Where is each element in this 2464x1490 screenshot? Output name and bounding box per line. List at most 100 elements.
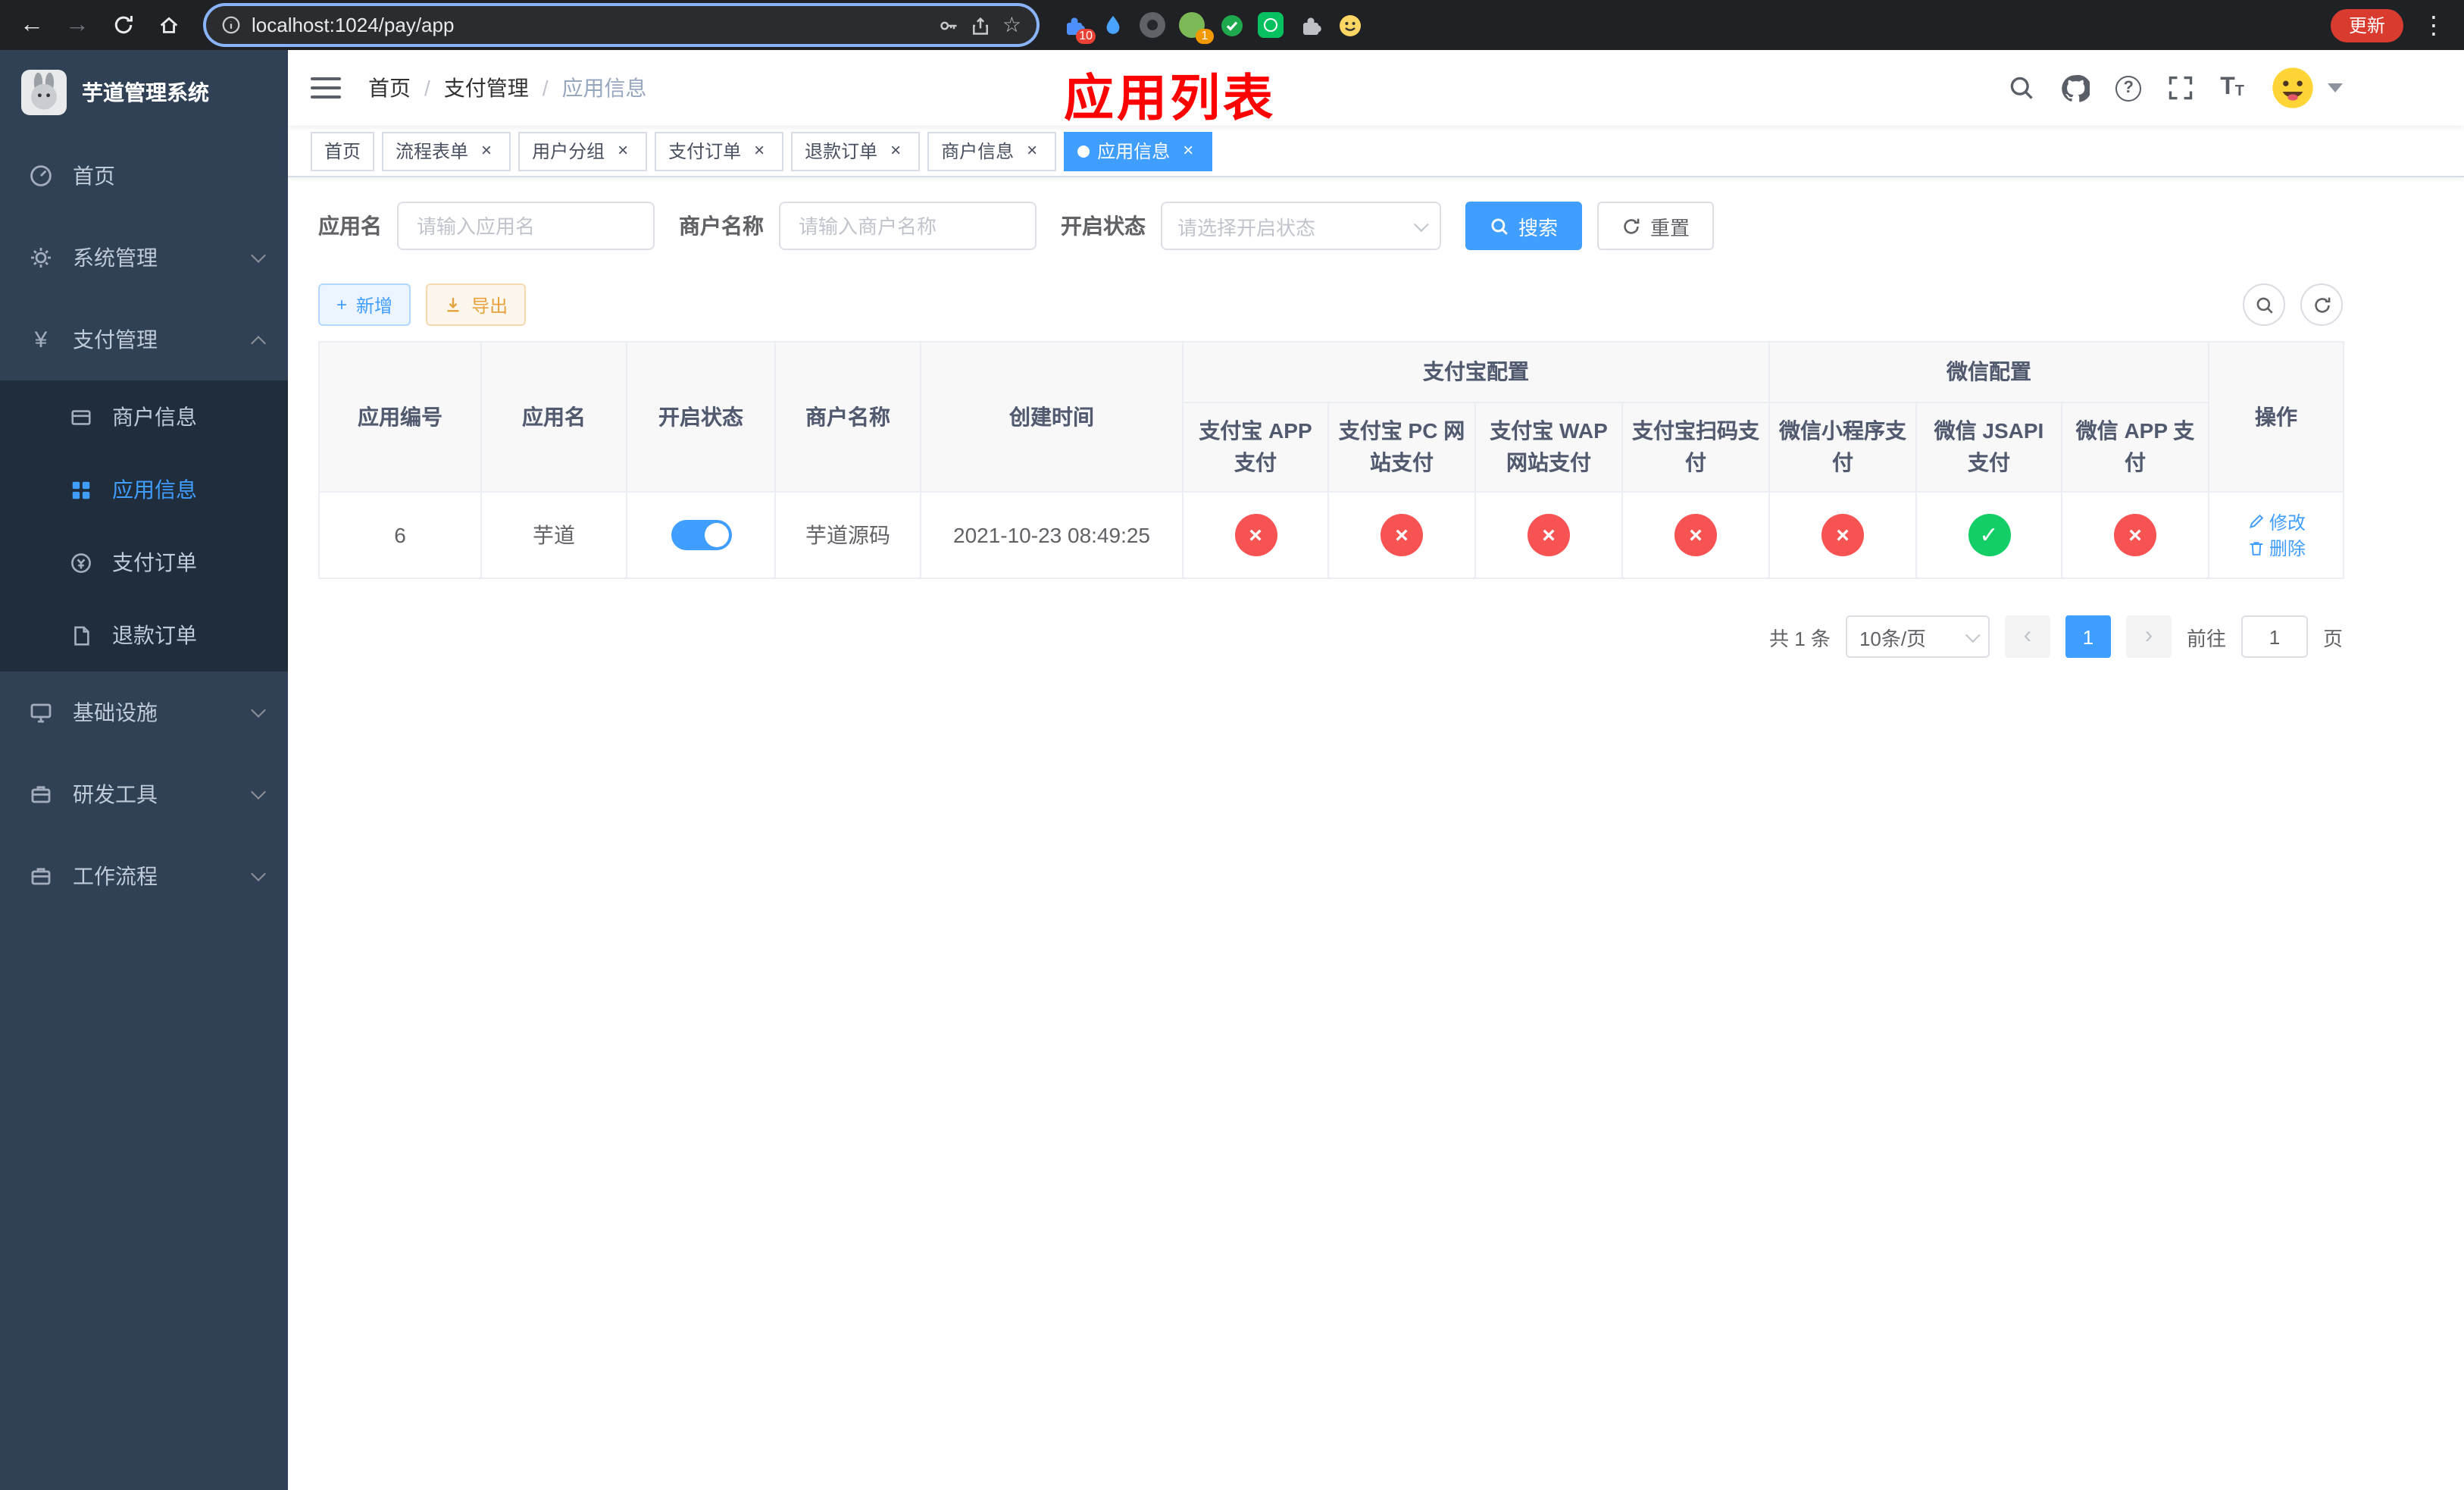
merchant-name-label: 商户名称 (679, 214, 764, 238)
sidebar-item-pay-order[interactable]: 支付订单 (0, 526, 288, 599)
add-button[interactable]: + 新增 (318, 283, 411, 326)
tab-refund-order[interactable]: 退款订单 × (791, 131, 921, 171)
avatar[interactable] (2270, 65, 2315, 111)
merchant-name-input[interactable] (779, 202, 1037, 250)
page-size-value: 10条/页 (1859, 627, 1927, 650)
cell-merchant: 芋道源码 (774, 491, 921, 579)
sidebar-item-label: 系统管理 (73, 246, 158, 270)
close-icon[interactable]: × (1021, 139, 1043, 161)
close-icon[interactable]: × (1177, 139, 1199, 161)
search-icon[interactable] (2008, 74, 2035, 102)
table-row: 6 芋道 芋道源码 2021-10-23 08:49:25 × × × × × (318, 491, 2345, 579)
tab-merchant-info[interactable]: 商户信息 × (927, 131, 1057, 171)
edit-link[interactable]: 修改 (2247, 509, 2306, 534)
breadcrumb-home[interactable]: 首页 (368, 73, 411, 103)
sidebar-item-merchant-info[interactable]: 商户信息 (0, 380, 288, 453)
share-icon[interactable] (971, 14, 992, 36)
sidebar-item-dev-tools[interactable]: 研发工具 (0, 753, 288, 835)
site-info-icon[interactable] (221, 15, 241, 35)
prev-page-button[interactable]: ‹ (2004, 615, 2050, 658)
tab-process-form[interactable]: 流程表单 × (382, 131, 511, 171)
navbar-actions: ? TT (2008, 65, 2343, 111)
next-page-button[interactable]: › (2125, 615, 2172, 658)
drop-extension-icon[interactable] (1100, 12, 1126, 38)
font-size-icon[interactable]: TT (2220, 75, 2244, 100)
reset-button[interactable]: 重置 (1597, 202, 1715, 250)
browser-back-icon[interactable]: ← (12, 5, 52, 45)
extensions-puzzle-icon[interactable] (1297, 12, 1323, 38)
fullscreen-icon[interactable] (2167, 74, 2194, 102)
cell-status (626, 491, 776, 579)
green-square-extension-icon[interactable] (1258, 12, 1284, 38)
edit-link-label: 修改 (2269, 512, 2306, 533)
page-number-current[interactable]: 1 (2065, 615, 2111, 658)
sidebar-item-infra[interactable]: 基础设施 (0, 671, 288, 753)
extensions-row: 10 1 (1061, 12, 1362, 44)
sidebar-item-refund-order[interactable]: 退款订单 (0, 599, 288, 671)
close-icon[interactable]: × (885, 139, 906, 161)
breadcrumb-payment[interactable]: 支付管理 (444, 73, 529, 103)
sidebar-item-system[interactable]: 系统管理 (0, 217, 288, 299)
tab-user-group[interactable]: 用户分组 × (518, 131, 648, 171)
extension-badge: 10 (1076, 29, 1096, 44)
col-merchant: 商户名称 (774, 341, 921, 493)
close-icon[interactable]: × (749, 139, 770, 161)
sidebar-item-workflow[interactable]: 工作流程 (0, 835, 288, 917)
help-icon[interactable]: ? (2115, 75, 2142, 101)
password-key-icon[interactable] (939, 14, 960, 36)
alipay-wap-status-icon: × (1527, 514, 1570, 556)
url-text[interactable]: localhost:1024/pay/app (252, 14, 928, 36)
browser-forward-icon[interactable]: → (58, 5, 97, 45)
browser-home-icon[interactable] (149, 5, 188, 45)
goto-page-input[interactable] (2240, 615, 2308, 658)
col-alipay-app: 支付宝 APP 支付 (1182, 402, 1329, 493)
browser-menu-icon[interactable]: ⋮ (2422, 10, 2446, 40)
cell-create-time: 2021-10-23 08:49:25 (920, 491, 1184, 579)
page-size-select[interactable]: 10条/页 (1845, 615, 1990, 658)
close-icon[interactable]: × (612, 139, 633, 161)
col-wx-mini: 微信小程序支付 (1768, 402, 1917, 493)
sidebar-item-label: 支付管理 (73, 327, 158, 352)
app-logo (21, 70, 67, 115)
filter-form: 应用名 商户名称 开启状态 请选择开启状态 搜索 (318, 202, 2343, 250)
col-actions: 操作 (2208, 341, 2345, 493)
profile-extension-icon[interactable]: 1 (1179, 12, 1214, 44)
sidebar-fold-icon[interactable] (311, 77, 341, 99)
tab-label: 支付订单 (668, 141, 742, 162)
github-icon[interactable] (2061, 74, 2090, 102)
status-select[interactable]: 请选择开启状态 (1161, 202, 1441, 250)
status-toggle[interactable] (671, 520, 731, 550)
sidebar-item-payment[interactable]: ¥ 支付管理 (0, 299, 288, 380)
app-table: 应用编号 应用名 开启状态 商户名称 创建时间 支付宝配置 微信配置 操作 支付… (318, 341, 2345, 579)
bookmark-star-icon[interactable]: ☆ (1002, 12, 1021, 38)
col-app-name: 应用名 (480, 341, 627, 493)
app-name-input[interactable] (397, 202, 655, 250)
refresh-table-button[interactable] (2300, 283, 2343, 326)
close-icon[interactable]: × (476, 139, 497, 161)
tab-home[interactable]: 首页 (311, 131, 375, 171)
search-button[interactable]: 搜索 (1465, 202, 1583, 250)
browser-update-button[interactable]: 更新 (2330, 8, 2403, 42)
chevron-up-icon (251, 335, 266, 350)
tags-view: 首页 流程表单 × 用户分组 × 支付订单 × 退款订单 × 商户信息 × 应用信息 × (288, 126, 2464, 177)
blue-puzzle-extension-icon[interactable]: 10 (1061, 12, 1096, 44)
sidebar-item-home[interactable]: 首页 (0, 135, 288, 217)
emoji-face-extension-icon[interactable] (1337, 12, 1362, 38)
page-content: 应用名 商户名称 开启状态 请选择开启状态 搜索 (288, 177, 2464, 1490)
dark-circle-extension-icon[interactable] (1140, 12, 1165, 38)
toggle-search-button[interactable] (2243, 283, 2285, 326)
sidebar-item-app-info[interactable]: 应用信息 (0, 453, 288, 526)
user-menu[interactable] (2270, 65, 2343, 111)
tab-pay-order[interactable]: 支付订单 × (655, 131, 784, 171)
app-title: 芋道管理系统 (82, 80, 209, 105)
tab-label: 商户信息 (941, 141, 1015, 162)
export-button[interactable]: 导出 (426, 283, 527, 326)
page-annotation: 应用列表 (1064, 70, 1276, 126)
col-alipay-qr: 支付宝扫码支付 (1621, 402, 1770, 493)
tab-app-info[interactable]: 应用信息 × (1064, 131, 1213, 171)
green-check-extension-icon[interactable] (1218, 12, 1244, 38)
address-bar[interactable]: localhost:1024/pay/app ☆ (206, 6, 1037, 44)
browser-refresh-icon[interactable] (103, 5, 142, 45)
col-create-time: 创建时间 (920, 341, 1184, 493)
delete-link[interactable]: 删除 (2247, 535, 2306, 561)
